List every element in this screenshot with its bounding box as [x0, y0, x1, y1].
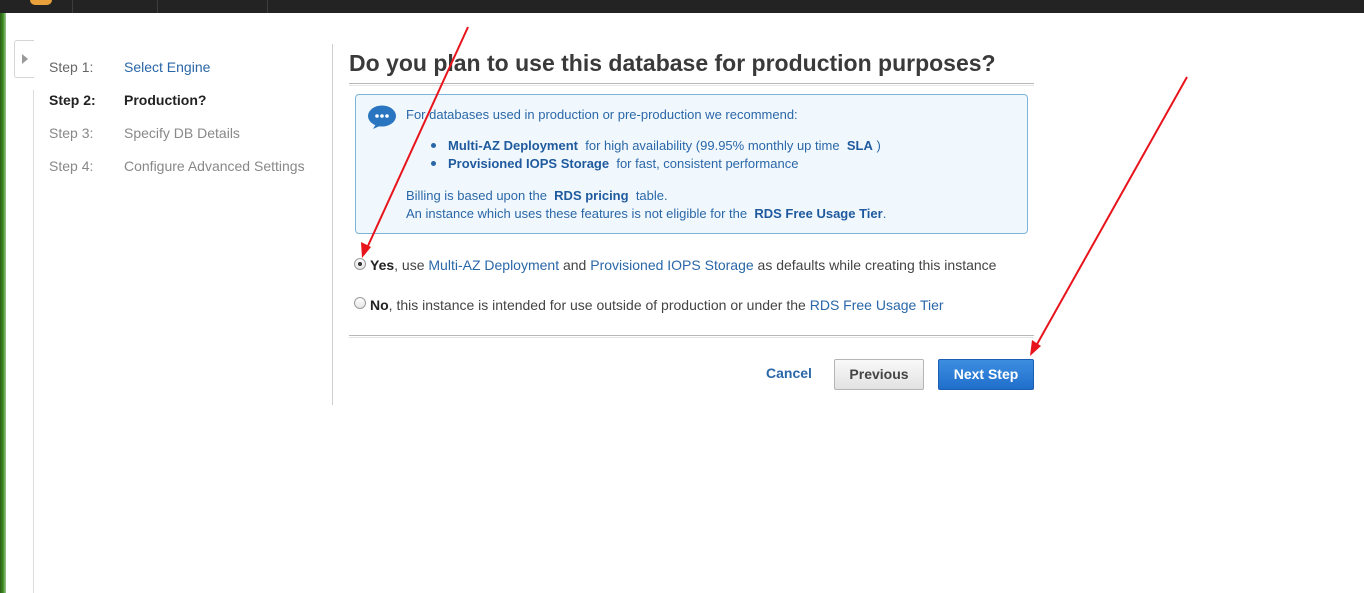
window-edge [0, 13, 6, 593]
bullet-close-paren: ) [876, 138, 881, 153]
step-number: Step 1: [49, 59, 94, 75]
no-text-1: , this instance is intended for use outs… [388, 297, 806, 313]
nav-divider [267, 0, 268, 13]
no-label: No [370, 297, 389, 313]
page-title: Do you plan to use this database for pro… [349, 50, 996, 76]
eligibility-line: An instance which uses these features is… [406, 206, 886, 221]
step-number: Step 3: [49, 125, 94, 141]
provisioned-iops-link[interactable]: Provisioned IOPS Storage [590, 257, 753, 273]
sidebar-toggle-button[interactable] [14, 40, 34, 78]
sla-strong: SLA [846, 138, 873, 153]
info-intro: For databases used in production or pre-… [406, 107, 798, 122]
yes-text-3: as defaults while creating this instance [757, 257, 997, 273]
multi-az-text: for high availability (99.95% monthly up… [585, 138, 840, 153]
aws-logo[interactable] [30, 0, 52, 5]
nav-divider [157, 0, 158, 13]
step-label: Configure Advanced Settings [124, 158, 305, 174]
recommendation-info-box: For databases used in production or pre-… [355, 94, 1028, 234]
content-divider [332, 44, 333, 405]
eligibility-pre: An instance which uses these features is… [406, 206, 748, 221]
step-label: Specify DB Details [124, 125, 240, 141]
billing-post: table. [635, 188, 668, 203]
annotation-arrow [1030, 76, 1188, 356]
production-no-option[interactable]: No, this instance is intended for use ou… [370, 297, 944, 313]
previous-button[interactable]: Previous [834, 359, 924, 390]
iops-strong: Provisioned IOPS Storage [448, 156, 610, 171]
multi-az-link[interactable]: Multi-AZ Deployment [428, 257, 559, 273]
yes-label: Yes [370, 257, 395, 273]
eligibility-post: . [882, 206, 887, 221]
rds-free-tier-link[interactable]: RDS Free Usage Tier [810, 297, 944, 313]
next-step-button[interactable]: Next Step [938, 359, 1034, 390]
radio-selected-dot [358, 262, 362, 266]
yes-text-1: , use [394, 257, 425, 273]
sidebar-rail [33, 90, 34, 593]
multi-az-strong: Multi-AZ Deployment [448, 138, 578, 153]
bullet-iops: Provisioned IOPS Storage for fast, consi… [448, 156, 798, 171]
yes-text-2: and [562, 257, 587, 273]
bullet-multi-az: Multi-AZ Deployment for high availabilit… [448, 138, 881, 153]
step-label: Production? [124, 92, 207, 108]
bullet-dot [431, 143, 436, 148]
step-label[interactable]: Select Engine [124, 58, 210, 76]
iops-text: for fast, consistent performance [616, 156, 799, 171]
billing-line: Billing is based upon the RDS pricing ta… [406, 188, 668, 203]
actions-rule [349, 335, 1034, 338]
title-rule [349, 83, 1034, 86]
top-nav-bar [0, 0, 1364, 13]
rds-pricing-strong: RDS pricing [554, 188, 629, 203]
billing-pre: Billing is based upon the [406, 188, 547, 203]
nav-divider [72, 0, 73, 13]
step-number: Step 4: [49, 158, 94, 174]
cancel-link[interactable]: Cancel [766, 365, 812, 381]
production-yes-option[interactable]: Yes, use Multi-AZ Deployment and Provisi… [370, 257, 996, 273]
bullet-dot [431, 161, 436, 166]
triangle-right-icon [22, 54, 28, 64]
step-number: Step 2: [49, 92, 96, 108]
free-tier-strong: RDS Free Usage Tier [754, 206, 883, 221]
production-yes-radio[interactable] [354, 258, 366, 270]
production-no-radio[interactable] [354, 297, 366, 309]
chat-bubble-icon [368, 105, 396, 129]
